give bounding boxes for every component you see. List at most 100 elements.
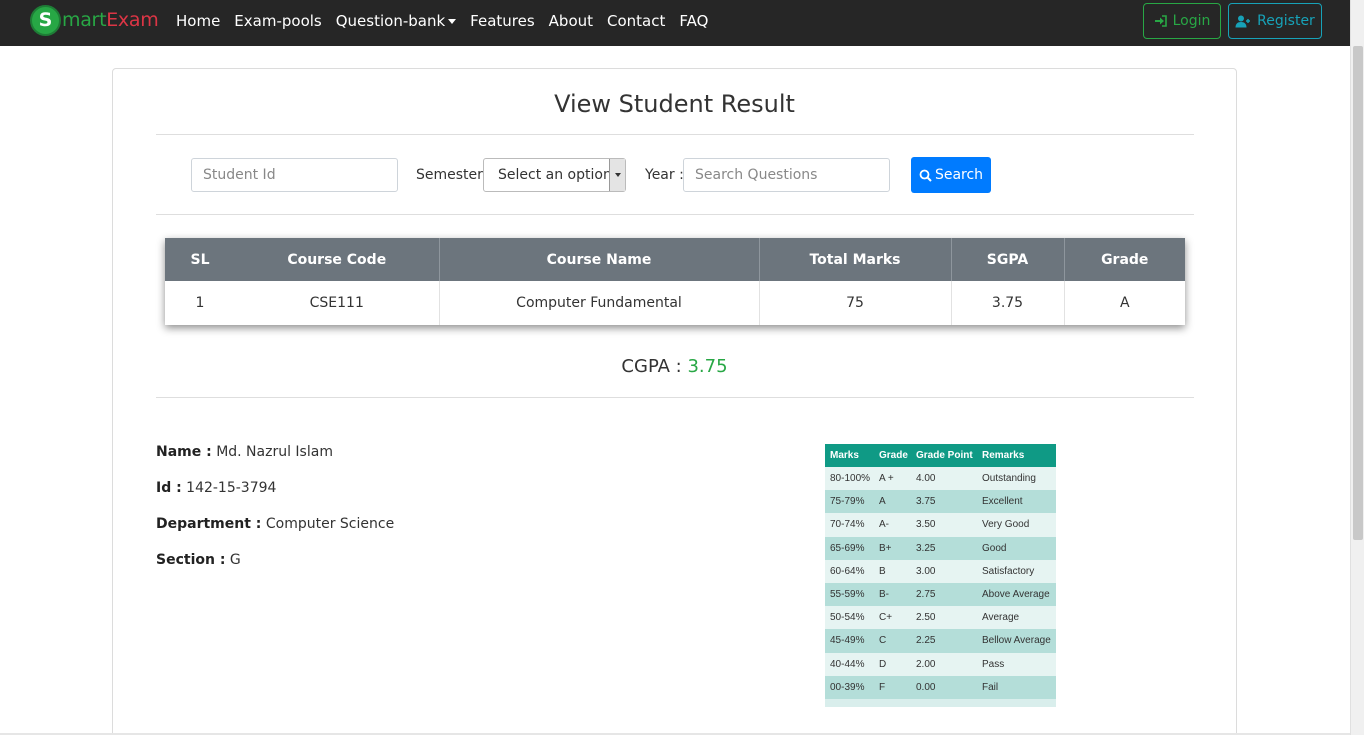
divider [156, 397, 1194, 398]
grade-cell-point: 3.75 [911, 490, 977, 514]
grade-cell-point: 3.00 [911, 559, 977, 583]
brand-exam-text: Exam [106, 9, 159, 31]
col-course-code: Course Code [235, 238, 439, 281]
cell-course-name: Computer Fundamental [438, 281, 760, 325]
semester-selected-value: Select an option [498, 167, 612, 183]
grade-cell-point: 2.25 [911, 629, 977, 653]
grade-cell-remarks: Very Good [977, 513, 1056, 537]
divider [156, 134, 1194, 135]
year-label: Year : [645, 167, 684, 183]
name-value: Md. Nazrul Islam [216, 444, 333, 460]
page-scrollbar[interactable] [1350, 0, 1364, 735]
grade-cell-marks: 60-64% [825, 559, 874, 583]
nav-links: Home Exam-pools Question-bank Features A… [169, 0, 715, 42]
nav-about[interactable]: About [542, 12, 600, 30]
register-button[interactable]: Register [1228, 3, 1322, 39]
search-button[interactable]: Search [911, 157, 991, 193]
grade-cell-point: 0.00 [911, 675, 977, 699]
brand-logo[interactable]: S martExam [30, 4, 159, 36]
section-label: Section : [156, 552, 226, 568]
grade-cell-point: 2.75 [911, 582, 977, 607]
grade-cell-remarks: Fail [977, 675, 1056, 699]
sign-in-icon [1154, 15, 1167, 27]
section-value: G [229, 552, 241, 568]
grade-row: 55-59% B- 2.75 Above Average [825, 582, 1056, 607]
divider [156, 214, 1194, 215]
nav-question-bank[interactable]: Question-bank [329, 12, 463, 30]
search-label: Search [934, 167, 984, 183]
grade-row: 80-100% A +4.00 Outstanding [825, 467, 1056, 491]
nav-faq[interactable]: FAQ [672, 12, 715, 30]
grade-col-remarks: Remarks [977, 444, 1056, 467]
brand-s-icon: S [30, 4, 61, 36]
department-value: Computer Science [265, 516, 395, 532]
grade-cell-grade: B- [874, 582, 911, 607]
grade-cell-marks: 40-44% [825, 652, 874, 676]
grade-row: 40-44% D 2.00 Pass [825, 652, 1056, 676]
scrollbar-thumb[interactable] [1353, 46, 1363, 540]
grade-cell-grade: A + [874, 467, 911, 491]
nav-home[interactable]: Home [169, 12, 227, 30]
grade-cell-marks: 70-74% [825, 513, 874, 537]
grade-col-grade: Grade [874, 444, 911, 467]
grading-scale-image: Marks Grade Grade Point Remarks 80-100% A… [825, 444, 1056, 707]
col-course-name: Course Name [438, 238, 760, 281]
semester-select[interactable]: Select an option [483, 158, 626, 192]
department-label: Department : [156, 516, 262, 532]
caret-down-icon [448, 19, 457, 24]
grade-cell-point: 3.50 [911, 513, 977, 537]
grading-scale-table: Marks Grade Grade Point Remarks 80-100% A… [825, 444, 1056, 699]
grade-cell-remarks: Good [977, 536, 1056, 560]
grade-row: 75-79% A 3.75 Excellent [825, 490, 1056, 514]
id-label: Id : [156, 480, 182, 496]
cell-grade: A [1064, 281, 1185, 325]
year-input[interactable]: Search Questions [683, 158, 890, 192]
grade-cell-marks: 00-39% [825, 675, 874, 699]
login-button[interactable]: Login [1143, 3, 1221, 39]
cell-sl: 1 [165, 281, 235, 325]
grade-cell-point: 2.50 [911, 606, 977, 630]
grade-row: 70-74% A- 3.50 Very Good [825, 513, 1056, 537]
cgpa-value: 3.75 [687, 356, 728, 377]
student-id-input[interactable]: Student Id [191, 158, 398, 192]
nav-exam-pools[interactable]: Exam-pools [227, 12, 328, 30]
brand-mart-text: mart [62, 9, 107, 31]
student-name: Name : Md. Nazrul Islam [156, 444, 333, 460]
col-sl: SL [165, 238, 235, 281]
grade-cell-grade: A- [874, 513, 911, 537]
student-department: Department : Computer Science [156, 516, 394, 532]
cell-course-code: CSE111 [235, 281, 439, 325]
grade-cell-remarks: Average [977, 606, 1056, 630]
nav-contact[interactable]: Contact [600, 12, 672, 30]
name-label: Name : [156, 444, 212, 460]
grade-cell-grade: B+ [874, 536, 911, 560]
cell-sgpa: 3.75 [951, 281, 1065, 325]
grade-cell-grade: D [874, 652, 911, 676]
register-label: Register [1257, 13, 1315, 29]
grade-cell-point: 3.25 [911, 536, 977, 560]
grade-cell-grade: F [874, 675, 911, 699]
cell-total-marks: 75 [759, 281, 952, 325]
cgpa-label: CGPA : [621, 356, 682, 377]
grade-cell-marks: 75-79% [825, 490, 874, 514]
search-icon [919, 169, 932, 182]
grade-cell-remarks: Above Average [977, 582, 1056, 607]
id-value: 142-15-3794 [186, 480, 277, 496]
grade-row: 60-64% B 3.00 Satisfactory [825, 559, 1056, 583]
student-id: Id : 142-15-3794 [156, 480, 276, 496]
grade-cell-remarks: Excellent [977, 490, 1056, 514]
grade-cell-remarks: Satisfactory [977, 559, 1056, 583]
user-plus-icon [1235, 15, 1251, 27]
nav-features[interactable]: Features [463, 12, 542, 30]
student-section: Section : G [156, 552, 241, 568]
grade-row: 00-39% F 0.00 Fail [825, 675, 1056, 699]
grade-cell-point: 4.00 [911, 467, 977, 491]
grade-cell-point: 2.00 [911, 652, 977, 676]
grade-cell-grade: C [874, 629, 911, 653]
cgpa-display: CGPA : 3.75 [112, 356, 1237, 377]
col-grade: Grade [1064, 238, 1185, 281]
col-sgpa: SGPA [951, 238, 1065, 281]
col-total-marks: Total Marks [759, 238, 952, 281]
navbar: S martExam Home Exam-pools Question-bank… [0, 0, 1350, 46]
grade-cell-marks: 65-69% [825, 536, 874, 560]
